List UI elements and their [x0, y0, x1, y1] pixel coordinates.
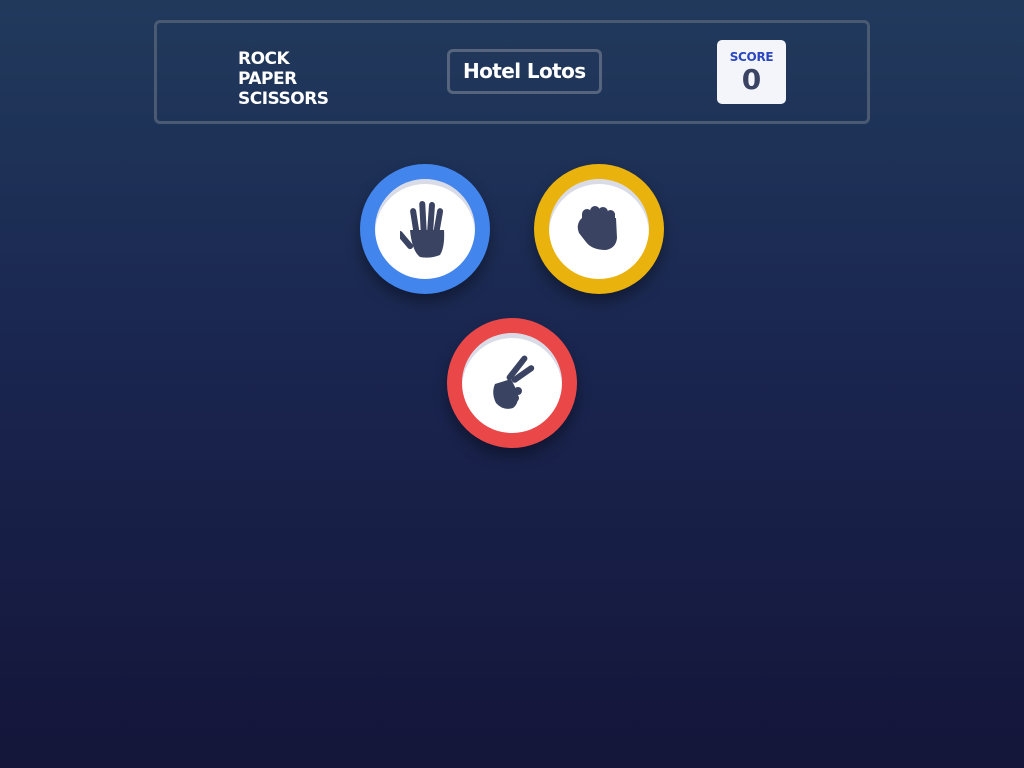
game-header: ROCK PAPER SCISSORS Hotel Lotos SCORE 0 [154, 20, 870, 124]
scissors-choice-inner [462, 333, 562, 433]
hand-open-icon [400, 201, 445, 258]
score-label: SCORE [729, 50, 774, 64]
fist-icon [577, 206, 617, 250]
score-box: SCORE 0 [717, 40, 786, 104]
rock-choice-button[interactable] [534, 164, 664, 294]
score-value: 0 [741, 63, 762, 96]
title-line-rock: ROCK [238, 49, 290, 69]
rock-choice-inner [549, 179, 649, 279]
title-line-paper: PAPER [238, 69, 297, 89]
paper-choice-button[interactable] [360, 164, 490, 294]
game-title: ROCK PAPER SCISSORS [238, 49, 329, 109]
paper-choice-inner [375, 179, 475, 279]
scissors-choice-button[interactable] [447, 318, 577, 448]
player-name-button[interactable]: Hotel Lotos [447, 49, 602, 94]
title-line-scissors: SCISSORS [238, 89, 329, 109]
hand-peace-icon [493, 355, 535, 409]
